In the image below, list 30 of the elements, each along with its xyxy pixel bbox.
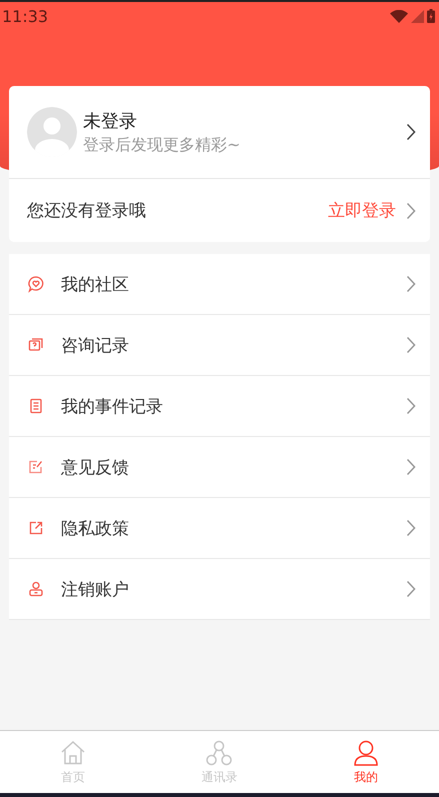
contacts-icon: [205, 738, 234, 766]
external-link-icon: [27, 519, 45, 537]
status-time: 11:33: [2, 6, 48, 26]
chevron-right-icon: [406, 519, 416, 537]
menu-item[interactable]: 我的社区: [9, 254, 430, 315]
avatar-icon: [27, 107, 77, 157]
menu-item[interactable]: 我的事件记录: [9, 376, 430, 437]
chat-heart-icon: [27, 275, 45, 293]
signal-icon: [411, 10, 424, 22]
chevron-right-icon: [406, 336, 416, 354]
person-badge-icon: [27, 580, 45, 598]
menu-item[interactable]: 注销账户: [9, 559, 430, 620]
chevron-right-icon: [406, 580, 416, 598]
home-icon: [59, 738, 88, 766]
menu-item[interactable]: 意见反馈: [9, 437, 430, 498]
chevron-right-icon: [406, 397, 416, 415]
menu-item[interactable]: 隐私政策: [9, 498, 430, 559]
wifi-icon: [390, 10, 408, 22]
profile-subtitle: 登录后发现更多精彩~: [83, 134, 242, 156]
note-edit-icon: [27, 458, 45, 476]
user-name: 未登录: [83, 110, 138, 132]
menu-item[interactable]: 咨询记录: [9, 315, 430, 376]
tab[interactable]: 我的: [292, 731, 439, 793]
chevron-right-icon: [406, 458, 416, 476]
chevron-right-icon: [406, 275, 416, 293]
chevron-right-icon: [406, 123, 416, 141]
person-icon: [352, 738, 380, 766]
battery-icon: [427, 9, 435, 23]
login-prompt: 您还没有登录哦: [27, 200, 147, 222]
chevron-right-icon: [406, 202, 416, 220]
